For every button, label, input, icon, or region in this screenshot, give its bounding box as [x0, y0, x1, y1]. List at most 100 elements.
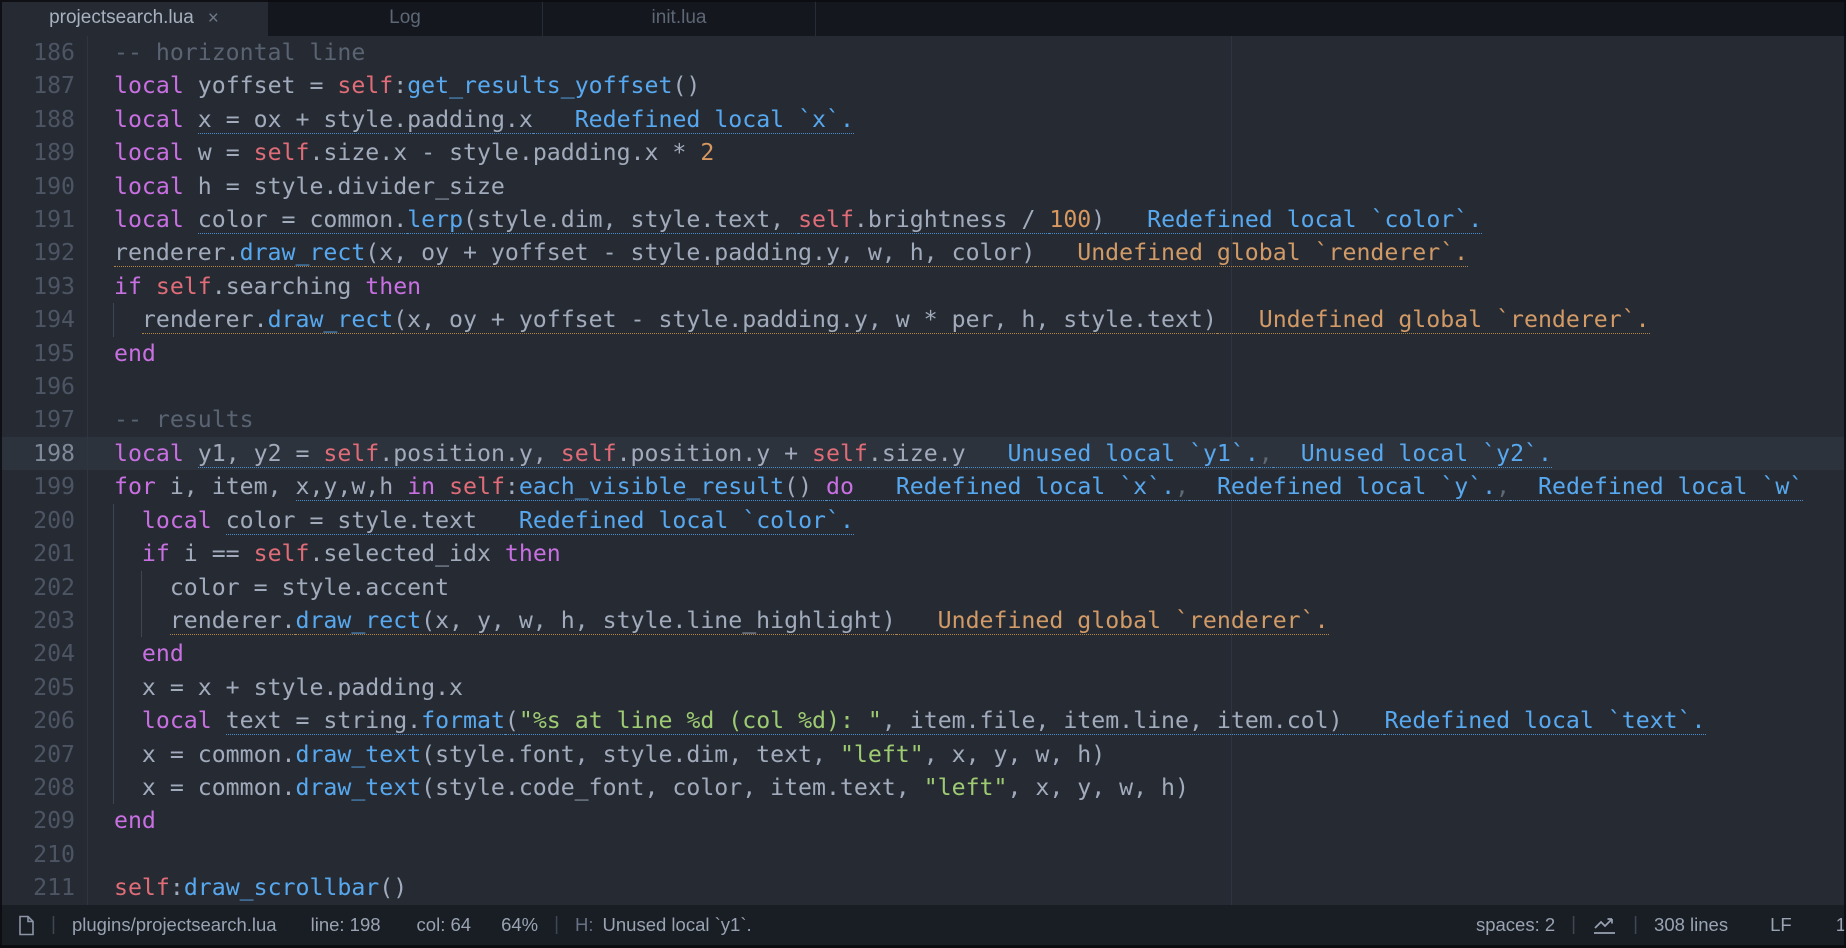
code-line[interactable]: 194 renderer.draw_rect(x, oy + yoffset -… [0, 303, 1846, 336]
code-text: x = common.draw_text(style.font, style.d… [88, 738, 1846, 771]
line-number[interactable]: 200 [0, 504, 88, 537]
line-number[interactable]: 208 [0, 771, 88, 804]
line-number[interactable]: 196 [0, 370, 88, 403]
code-line[interactable]: 189local w = self.size.x - style.padding… [0, 136, 1846, 169]
code-text: end [88, 804, 1846, 837]
line-number[interactable]: 187 [0, 69, 88, 102]
line-ending[interactable]: LF [1770, 914, 1792, 936]
code-line[interactable]: 205 x = x + style.padding.x [0, 671, 1846, 704]
tab-log[interactable]: Log [268, 0, 543, 36]
line-number[interactable]: 207 [0, 738, 88, 771]
code-text: for i, item, x,y,w,h in self:each_visibl… [88, 470, 1846, 503]
code-line[interactable]: 186-- horizontal line [0, 36, 1846, 69]
line-number[interactable]: 211 [0, 871, 88, 904]
code-line[interactable]: 198local y1, y2 = self.position.y, self.… [0, 437, 1846, 470]
tab-label: init.lua [652, 7, 707, 29]
code-line[interactable]: 208 x = common.draw_text(style.code_font… [0, 771, 1846, 804]
lint-prefix: H: [575, 914, 594, 936]
indent-guide [113, 504, 114, 537]
line-number[interactable]: 203 [0, 604, 88, 637]
code-text [88, 838, 1846, 871]
code-text: local color = style.text Redefined local… [88, 504, 1846, 537]
line-number[interactable]: 198 [0, 437, 88, 470]
total-lines[interactable]: 308 lines [1654, 914, 1728, 936]
close-icon[interactable]: × [208, 9, 219, 28]
code-line[interactable]: 188local x = ox + style.padding.x Redefi… [0, 103, 1846, 136]
line-number[interactable]: 189 [0, 136, 88, 169]
code-line[interactable]: 199for i, item, x,y,w,h in self:each_vis… [0, 470, 1846, 503]
code-text: renderer.draw_rect(x, y, w, h, style.lin… [88, 604, 1846, 637]
line-number[interactable]: 210 [0, 838, 88, 871]
code-line[interactable]: 192renderer.draw_rect(x, oy + yoffset - … [0, 236, 1846, 269]
code-text: x = common.draw_text(style.code_font, co… [88, 771, 1846, 804]
line-number[interactable]: 197 [0, 403, 88, 436]
indent-guide [113, 771, 114, 804]
line-number[interactable]: 188 [0, 103, 88, 136]
line-indicator[interactable]: line: 198 [311, 914, 381, 936]
code-text: renderer.draw_rect(x, oy + yoffset - sty… [88, 236, 1846, 269]
code-line[interactable]: 196 [0, 370, 1846, 403]
code-line[interactable]: 209end [0, 804, 1846, 837]
code-editor[interactable]: 186-- horizontal line187local yoffset = … [0, 36, 1846, 905]
code-line[interactable]: 203 renderer.draw_rect(x, y, w, h, style… [0, 604, 1846, 637]
code-text: renderer.draw_rect(x, oy + yoffset - sty… [88, 303, 1846, 336]
indent-guide [141, 571, 142, 604]
tab-projectsearch[interactable]: projectsearch.lua × [0, 0, 268, 36]
line-number[interactable]: 205 [0, 671, 88, 704]
code-text: local w = self.size.x - style.padding.x … [88, 136, 1846, 169]
code-line[interactable]: 195end [0, 337, 1846, 370]
code-text: if i == self.selected_idx then [88, 537, 1846, 570]
tab-label: Log [389, 7, 421, 29]
code-text: local y1, y2 = self.position.y, self.pos… [88, 437, 1846, 470]
file-path[interactable]: plugins/projectsearch.lua [72, 914, 277, 936]
line-number[interactable]: 199 [0, 470, 88, 503]
code-text: -- results [88, 403, 1846, 436]
line-number[interactable]: 209 [0, 804, 88, 837]
line-number[interactable]: 192 [0, 236, 88, 269]
code-text: local color = common.lerp(style.dim, sty… [88, 203, 1846, 236]
code-text [88, 370, 1846, 403]
code-text: self:draw_scrollbar() [88, 871, 1846, 904]
line-number[interactable]: 191 [0, 203, 88, 236]
status-bar: | plugins/projectsearch.lua line: 198 co… [0, 905, 1846, 948]
code-text: end [88, 337, 1846, 370]
separator: | [51, 914, 56, 936]
code-line[interactable]: 210 [0, 838, 1846, 871]
col-indicator[interactable]: col: 64 [417, 914, 472, 936]
code-text: if self.searching then [88, 270, 1846, 303]
line-number[interactable]: 204 [0, 637, 88, 670]
separator: | [1633, 914, 1638, 936]
line-number[interactable]: 193 [0, 270, 88, 303]
line-chart-icon[interactable] [1592, 915, 1617, 935]
code-line[interactable]: 187local yoffset = self:get_results_yoff… [0, 69, 1846, 102]
code-line[interactable]: 211self:draw_scrollbar() [0, 871, 1846, 904]
tab-init[interactable]: init.lua [543, 0, 816, 36]
scroll-percent[interactable]: 64% [501, 914, 538, 936]
code-line[interactable]: 204 end [0, 637, 1846, 670]
line-number[interactable]: 194 [0, 303, 88, 336]
code-text: local x = ox + style.padding.x Redefined… [88, 103, 1846, 136]
line-number[interactable]: 206 [0, 704, 88, 737]
code-text: x = x + style.padding.x [88, 671, 1846, 704]
code-text: -- horizontal line [88, 36, 1846, 69]
document-icon [18, 915, 35, 936]
line-number[interactable]: 201 [0, 537, 88, 570]
line-number[interactable]: 186 [0, 36, 88, 69]
code-line[interactable]: 206 local text = string.format("%s at li… [0, 704, 1846, 737]
code-line[interactable]: 202 color = style.accent [0, 571, 1846, 604]
overflow-indicator: 1 [1836, 914, 1846, 936]
code-line[interactable]: 193if self.searching then [0, 270, 1846, 303]
line-number[interactable]: 195 [0, 337, 88, 370]
indent-guide [113, 704, 114, 737]
indent-mode[interactable]: spaces: 2 [1476, 914, 1555, 936]
line-number[interactable]: 202 [0, 571, 88, 604]
code-line[interactable]: 190local h = style.divider_size [0, 170, 1846, 203]
separator: | [554, 914, 559, 936]
code-line[interactable]: 197-- results [0, 403, 1846, 436]
line-number[interactable]: 190 [0, 170, 88, 203]
tab-bar: projectsearch.lua × Log init.lua [0, 0, 1846, 36]
code-line[interactable]: 191local color = common.lerp(style.dim, … [0, 203, 1846, 236]
code-line[interactable]: 200 local color = style.text Redefined l… [0, 504, 1846, 537]
code-line[interactable]: 201 if i == self.selected_idx then [0, 537, 1846, 570]
code-line[interactable]: 207 x = common.draw_text(style.font, sty… [0, 738, 1846, 771]
